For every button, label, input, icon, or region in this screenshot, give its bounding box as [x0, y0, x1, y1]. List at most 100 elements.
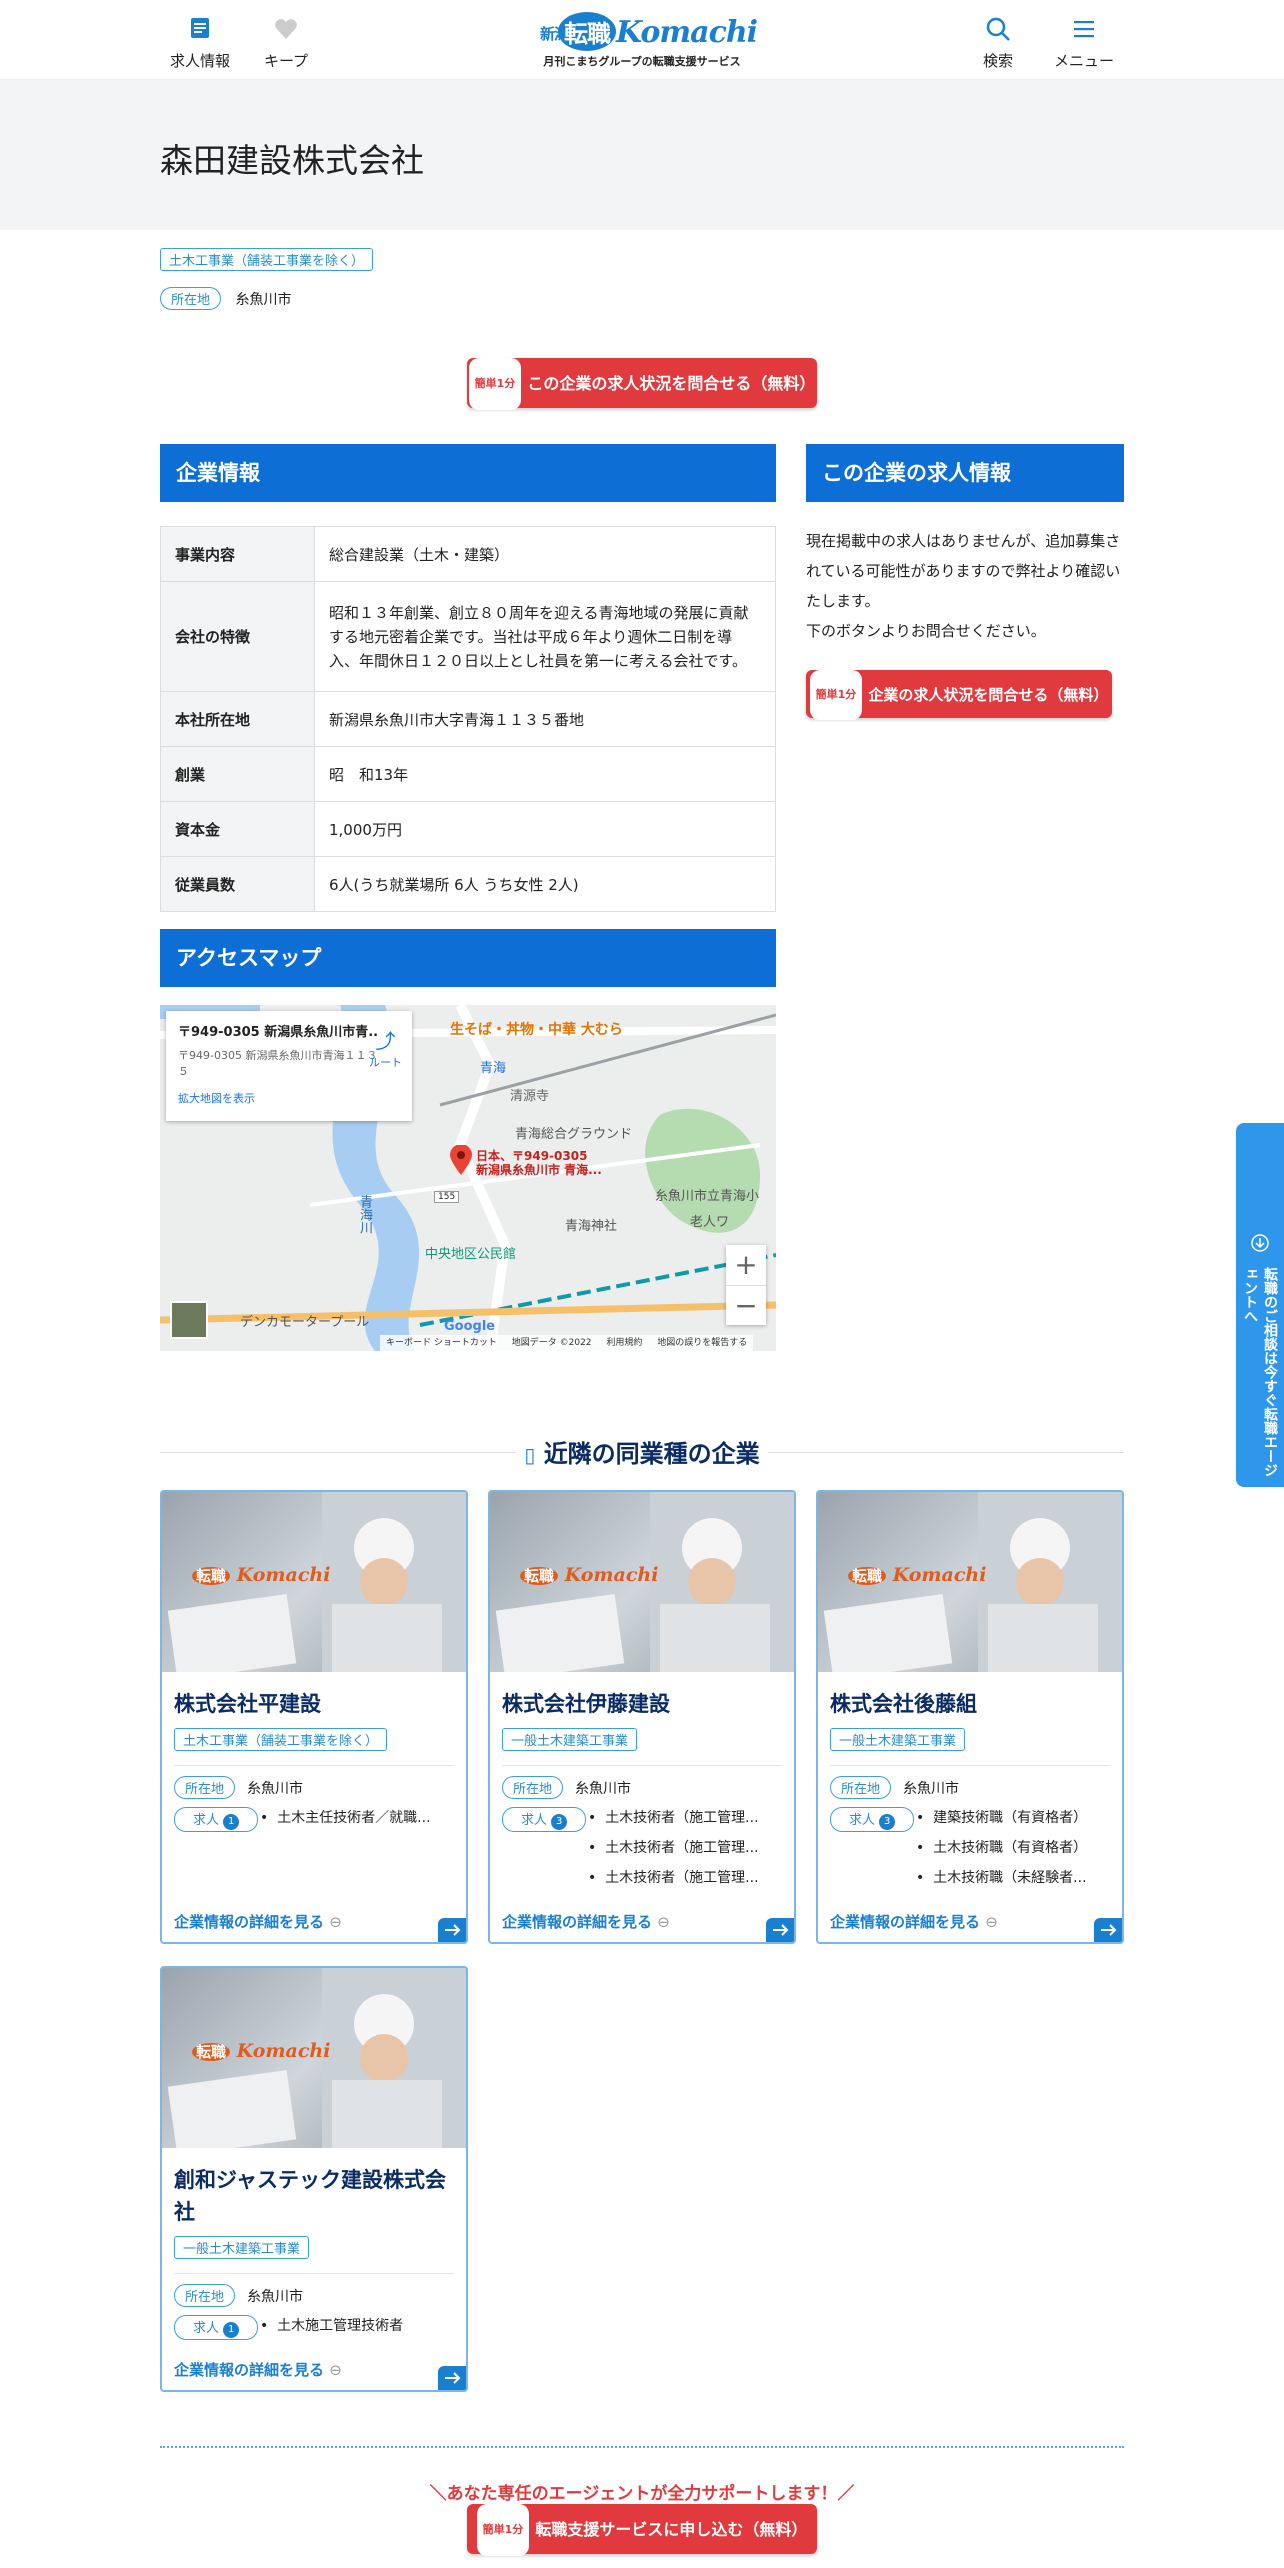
job-inquiry-label: 企業の求人状況を問合せる（無料） [868, 686, 1109, 704]
card-job-title: 土木主任技術者／就職... [277, 1810, 431, 1826]
side-tab-label: 転職のご相談は今すぐ転職エージェントへ [1242, 1267, 1278, 1477]
card-logo-ten: 転職 [848, 1567, 887, 1585]
search-label: 検索 [982, 52, 1013, 70]
card-more-link[interactable]: 企業情報の詳細を見る ⊖ [174, 2359, 342, 2380]
card-location-pill: 所在地 [830, 1776, 892, 1799]
card-logo: 転職 Komachi [192, 2040, 330, 2062]
bottom-tagline: ＼あなた専任のエージェントが全力サポートします！／ [429, 2484, 855, 2502]
info-key: 創業 [160, 746, 315, 802]
card-location-pill: 所在地 [502, 1776, 564, 1799]
info-value: 昭和１３年創業、創立８０周年を迎える青海地域の発展に貢献する地元密着企業です。当… [314, 581, 776, 692]
card-arrow-icon [1094, 1918, 1122, 1942]
card-logo-komachi: Komachi [564, 1564, 659, 1586]
map-route-label: ルート [369, 1056, 402, 1069]
card-industry-tag: 土木工事業（舗装工事業を除く） [174, 1728, 388, 1751]
circle-arrow-icon: ⊖ [657, 1913, 670, 1931]
table-row: 従業員数 6人(うち就業場所 6人 うち女性 2人) [160, 856, 776, 912]
card-more-link[interactable]: 企業情報の詳細を見る ⊖ [830, 1911, 998, 1932]
card-job-title: 土木施工管理技術者 [277, 2318, 404, 2334]
easy-badge: 簡単1分 [809, 670, 863, 720]
map-zoom-controls: + − [726, 1245, 766, 1325]
zoom-out-button[interactable]: − [726, 1285, 766, 1325]
card-job-title: 土木技術職（有資格者） [933, 1840, 1088, 1856]
card-logo-komachi: Komachi [892, 1564, 987, 1586]
card-industry-tag: 一般土木建築工事業 [502, 1728, 638, 1751]
hamburger-icon [1044, 14, 1124, 44]
table-row: 会社の特徴 昭和１３年創業、創立８０周年を迎える青海地域の発展に貢献する地元密着企… [160, 581, 776, 692]
map-terms-link[interactable]: 利用規約 [606, 1338, 642, 1348]
card-jobs-label: 求人 [193, 2321, 220, 2336]
site-logo[interactable]: 新潟転職 Komachi 月刊こまちグループの転職支援サービス [540, 12, 758, 69]
company-card[interactable]: 転職 Komachi 創和ジャステック建設株式会社 一般土木建築工事業 所在地糸… [160, 1966, 468, 2392]
card-more-link[interactable]: 企業情報の詳細を見る ⊖ [502, 1911, 670, 1932]
card-jobs-count: 1 [223, 2322, 240, 2338]
easy-badge: 簡単1分 [476, 2504, 530, 2556]
map-info-panel: 〒949-0305 新潟県糸魚川市青... 〒949-0305 新潟県糸魚川市青… [166, 1011, 412, 1121]
card-logo: 転職 Komachi [848, 1564, 986, 1586]
satellite-toggle[interactable] [170, 1301, 208, 1339]
card-company-name: 株式会社後藤組 [830, 1692, 977, 1716]
keep-nav[interactable]: キープ [246, 14, 326, 71]
map-enlarge-link[interactable]: 拡大地図を表示 [178, 1090, 400, 1106]
apply-service-label: 転職支援サービスに申し込む（無料） [535, 2520, 808, 2539]
map-pin-label-line1: 日本、〒949-0305 [476, 1149, 588, 1163]
card-job-item: • 土木技術者（施工管理... [588, 1840, 759, 1856]
inquiry-button-label: この企業の求人状況を問合せる（無料） [527, 374, 816, 393]
card-jobs-pill: 求人 1 [174, 1807, 259, 1832]
job-info-nav[interactable]: 求人情報 [160, 14, 240, 71]
card-jobs-pill: 求人 1 [174, 2315, 259, 2340]
map-route-button[interactable]: ⤴ ルート [369, 1025, 402, 1070]
company-card[interactable]: 転職 Komachi 株式会社後藤組 一般土木建築工事業 所在地 糸魚川市 求人 … [816, 1490, 1124, 1944]
card-more-link[interactable]: 企業情報の詳細を見る ⊖ [174, 1911, 342, 1932]
map-poi: 老人ワ [690, 1215, 730, 1230]
card-job-item: • 土木技術職（未経験者... [916, 1870, 1087, 1886]
inquiry-button[interactable]: 簡単1分 この企業の求人状況を問合せる（無料） [467, 358, 817, 410]
agent-side-tab[interactable]: 転職のご相談は今すぐ転職エージェントへ [1236, 1123, 1284, 1487]
card-jobs-count: 3 [551, 1814, 568, 1830]
info-key: 資本金 [160, 801, 315, 857]
jobs-message: 現在掲載中の求人はありませんが、追加募集されている可能性がありますので弊社より確… [806, 532, 1121, 640]
card-location-pill: 所在地 [174, 2284, 236, 2307]
card-jobs-pill: 求人 3 [830, 1807, 915, 1832]
menu-nav[interactable]: メニュー [1044, 14, 1124, 71]
card-jobs-count: 3 [879, 1814, 896, 1830]
location-pill: 所在地 [160, 287, 222, 310]
search-nav[interactable]: 検索 [958, 14, 1038, 71]
card-industry-tag: 一般土木建築工事業 [174, 2236, 310, 2259]
company-card[interactable]: 転職 Komachi 株式会社伊藤建設 一般土木建築工事業 所在地 糸魚川市 求人… [488, 1490, 796, 1944]
map-address-title: 〒949-0305 新潟県糸魚川市青... [178, 1025, 378, 1040]
nearby-heading-label: 近隣の同業種の企業 [543, 1440, 760, 1468]
card-job-item: • 建築技術職（有資格者） [916, 1810, 1088, 1826]
info-key: 事業内容 [160, 526, 315, 582]
heart-icon [246, 14, 326, 44]
card-photo: 転職 Komachi [490, 1492, 794, 1672]
info-key: 会社の特徴 [160, 581, 315, 692]
card-job-item: • 土木主任技術者／就職... [260, 1810, 431, 1826]
card-jobs-label: 求人 [849, 1813, 876, 1828]
card-photo: 転職 Komachi [162, 1968, 466, 2148]
card-job-title: 土木技術者（施工管理... [605, 1870, 759, 1886]
circle-arrow-icon: ⊖ [329, 1913, 342, 1931]
card-jobs-pill: 求人 3 [502, 1807, 587, 1832]
map-shortcuts-link[interactable]: キーボード ショートカット [386, 1338, 497, 1348]
circle-arrow-icon: ⊖ [985, 1913, 998, 1931]
location-row: 所在地 糸魚川市 [160, 287, 291, 310]
card-logo-ten: 転職 [520, 1567, 559, 1585]
info-value: 昭 和13年 [314, 746, 776, 802]
zoom-in-button[interactable]: + [726, 1245, 766, 1285]
google-map[interactable]: 〒949-0305 新潟県糸魚川市青... 〒949-0305 新潟県糸魚川市青… [160, 1005, 776, 1351]
map-poi: デンカモータープール [240, 1315, 370, 1330]
circle-arrow-down-icon [1236, 1233, 1284, 1257]
dotted-divider [160, 2446, 1124, 2448]
apply-service-button[interactable]: 簡単1分 転職支援サービスに申し込む（無料） [467, 2504, 817, 2556]
map-pin-icon[interactable] [450, 1144, 472, 1175]
industry-tag-label: 土木工事業（舗装工事業を除く） [160, 248, 374, 271]
card-logo-komachi: Komachi [236, 2040, 331, 2062]
map-pin-label: 日本、〒949-0305 新潟県糸魚川市 青海... [476, 1149, 602, 1177]
job-inquiry-button[interactable]: 簡単1分 企業の求人状況を問合せる（無料） [806, 670, 1112, 720]
map-poi: 青海総合グラウンド [515, 1127, 633, 1142]
page-title: 森田建設株式会社 [160, 141, 424, 180]
map-report-link[interactable]: 地図の誤りを報告する [657, 1338, 747, 1348]
company-card[interactable]: 転職 Komachi 株式会社平建設 土木工事業（舗装工事業を除く） 所在地 糸魚… [160, 1490, 468, 1944]
card-photo: 転職 Komachi [818, 1492, 1122, 1672]
